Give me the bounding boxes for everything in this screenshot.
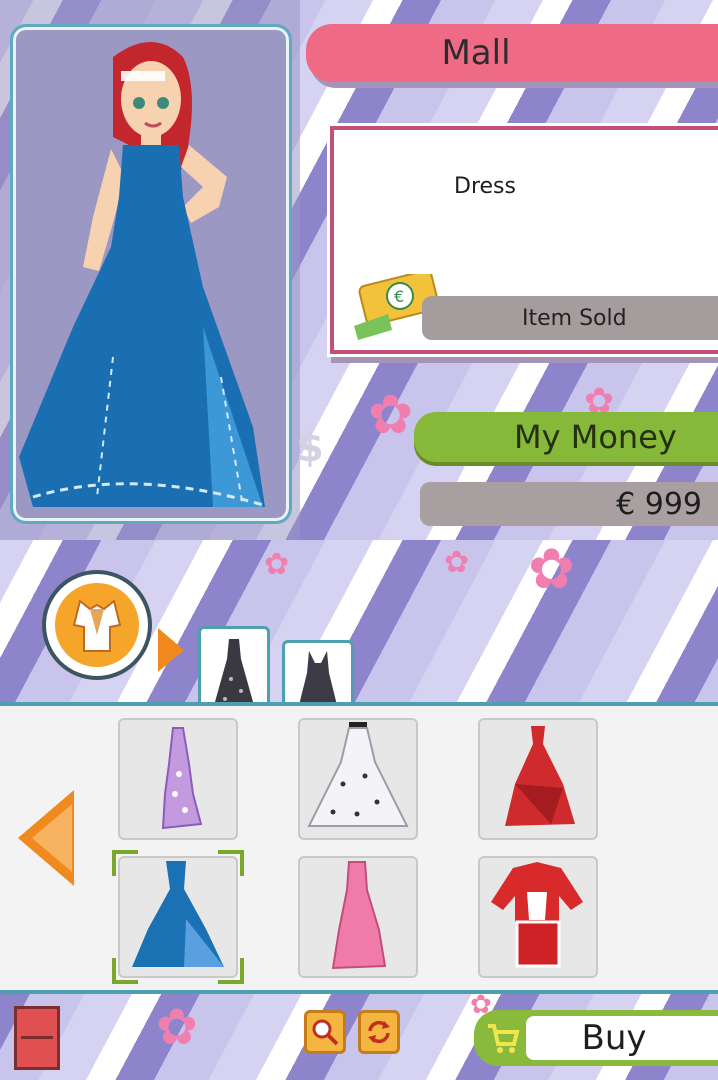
- white-polka-dot-gown-icon: [307, 722, 409, 827]
- my-money-title: My Money: [514, 418, 677, 456]
- money-value-box: € 999: [420, 482, 718, 526]
- dark-dress-thumbnail-icon: [213, 639, 255, 706]
- buy-label-box: Buy: [526, 1016, 718, 1060]
- flower-decoration-icon: ✿: [264, 547, 290, 582]
- magnifier-icon: [312, 1019, 339, 1046]
- dollar-coin-decoration-icon: $: [296, 425, 324, 471]
- item-slot-white-gown[interactable]: [298, 718, 418, 840]
- item-status-text: Item Sold: [522, 305, 627, 331]
- location-title-banner: Mall: [306, 24, 718, 82]
- selection-corner: [218, 850, 244, 876]
- rotate-arrows-icon: [368, 1020, 390, 1044]
- buy-button[interactable]: Buy: [474, 1010, 718, 1066]
- my-money-label: My Money: [414, 412, 718, 462]
- location-title: Mall: [441, 33, 511, 73]
- purple-sequin-dress-icon: [161, 727, 203, 830]
- item-slot-pink-gown[interactable]: [298, 856, 418, 978]
- selection-corner: [112, 958, 138, 984]
- blue-ball-gown-icon: [132, 861, 224, 967]
- item-slot-red-dress[interactable]: [478, 718, 598, 840]
- flower-decoration-icon: ✿: [444, 545, 470, 580]
- item-shelf: [0, 702, 718, 994]
- money-value: € 999: [616, 486, 702, 522]
- character-avatar: [19, 42, 265, 508]
- item-info-panel: Dress € Item Sold: [330, 126, 718, 354]
- flower-decoration-icon: ✿: [156, 998, 198, 1056]
- svg-text:€: €: [394, 287, 404, 306]
- next-category-arrow-icon[interactable]: [158, 628, 184, 672]
- item-status-bar: Item Sold: [422, 296, 718, 340]
- red-ruffle-dress-icon: [505, 726, 575, 826]
- zoom-button[interactable]: [304, 1010, 346, 1054]
- flower-decoration-icon: ✿: [528, 540, 575, 602]
- outfit-category-icon: [55, 583, 139, 667]
- menu-button[interactable]: [14, 1006, 60, 1070]
- item-name: Dress: [454, 174, 516, 199]
- item-slot-purple-dress[interactable]: [118, 718, 238, 840]
- buy-label: Buy: [581, 1018, 647, 1058]
- red-white-jacket-outfit-icon: [491, 862, 583, 968]
- item-slot-blue-gown[interactable]: [112, 850, 244, 984]
- character-portrait: [10, 24, 292, 524]
- rotate-button[interactable]: [358, 1010, 400, 1054]
- bottom-screen: ✿ ✿ ✿ ✿ ✿ Buy: [0, 540, 718, 1080]
- outfit-category-button[interactable]: [42, 570, 152, 680]
- item-slot-red-jacket-outfit[interactable]: [478, 856, 598, 978]
- flower-decoration-icon: ✿: [368, 383, 414, 446]
- pink-gown-icon: [331, 861, 387, 970]
- top-screen: ✿ ✿ $ $ Mall Dress: [0, 0, 718, 540]
- tab-dark-dress[interactable]: [198, 626, 270, 706]
- shopping-cart-icon: [488, 1024, 520, 1053]
- previous-page-arrow-icon[interactable]: [18, 790, 74, 886]
